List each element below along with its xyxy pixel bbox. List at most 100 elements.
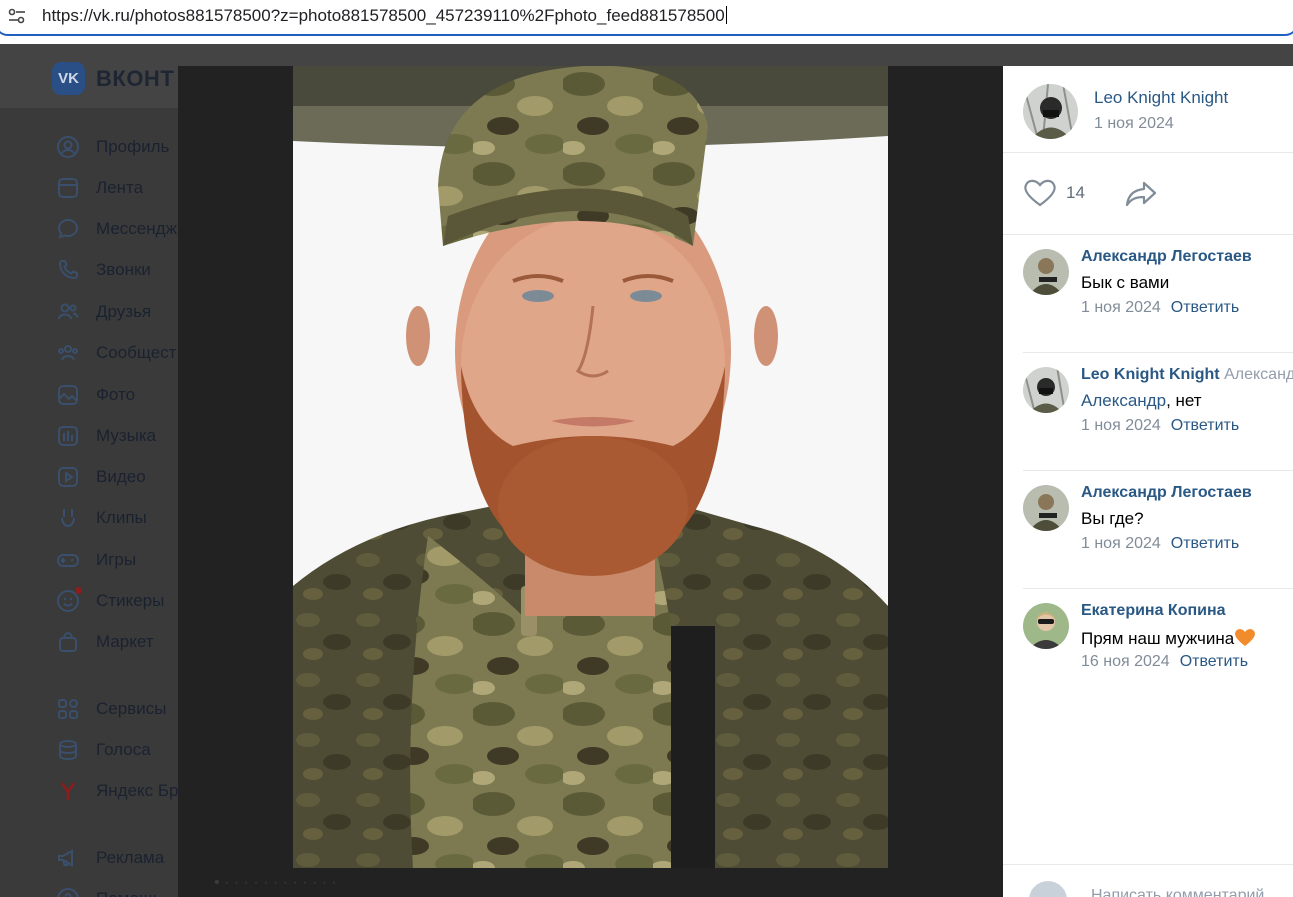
author-name[interactable]: Leo Knight Knight <box>1094 88 1228 108</box>
nav-label: Музыка <box>96 426 157 445</box>
comment-text-body: Прям наш мужчина <box>1081 629 1235 648</box>
reply-button[interactable]: Ответить <box>1171 535 1239 552</box>
nav-label: Голоса <box>96 740 151 759</box>
comment-date[interactable]: 1 ноя 2024 <box>1081 417 1161 434</box>
nav-item-music[interactable]: Музыка <box>56 424 156 448</box>
communities-icon <box>56 341 80 365</box>
nav-label: Видео <box>96 467 146 486</box>
comment-text: Александр, нет <box>1081 391 1202 411</box>
reply-button[interactable]: Ответить <box>1180 653 1248 670</box>
commenter-name-text[interactable]: Leo Knight Knight <box>1081 366 1220 383</box>
main-photo[interactable] <box>293 66 888 868</box>
url-text[interactable]: https://vk.ru/photos881578500?z=photo881… <box>42 6 727 26</box>
share-icon[interactable] <box>1123 178 1159 208</box>
nav-label: Яндекс Бр <box>96 781 179 800</box>
nav-label: Стикеры <box>96 591 165 610</box>
nav-label: Сообщест <box>96 343 177 362</box>
comment: Александр Легостаев Бык с вами 1 ноя 202… <box>1023 248 1293 318</box>
games-icon <box>56 548 80 572</box>
stickers-icon <box>56 587 82 613</box>
nav-label: Мессендж <box>96 219 177 238</box>
nav-label: Клипы <box>96 508 147 527</box>
photo-viewer: • · · · · · · · · · · · · <box>178 66 1003 897</box>
nav-item-yandex[interactable]: Яндекс Бр <box>56 779 179 803</box>
commenter-name[interactable]: Александр Легостаев <box>1081 248 1252 266</box>
comment-text: Вы где? <box>1081 509 1144 528</box>
comment-text-body: , нет <box>1166 391 1202 410</box>
market-icon <box>56 630 80 654</box>
nav-item-help[interactable]: Помощь <box>56 887 162 897</box>
comment-date[interactable]: 1 ноя 2024 <box>1081 299 1161 316</box>
phone-icon <box>56 258 80 282</box>
ads-icon <box>56 846 80 870</box>
comment-meta: 1 ноя 2024 Ответить <box>1081 417 1239 435</box>
nav-item-calls[interactable]: Звонки <box>56 258 151 282</box>
nav-item-friends[interactable]: Друзья <box>56 300 151 324</box>
author-avatar[interactable] <box>1023 84 1078 139</box>
nav-label: Звонки <box>96 260 151 279</box>
comment: Александр Легостаев Вы где? 1 ноя 2024 От… <box>1023 484 1293 554</box>
divider <box>1023 588 1293 589</box>
video-icon <box>56 465 80 489</box>
feed-icon <box>56 176 80 200</box>
comment-meta: 16 ноя 2024 Ответить <box>1081 653 1248 671</box>
browser-address-bar: https://vk.ru/photos881578500?z=photo881… <box>0 0 1293 44</box>
photo-bottom-bar: • · · · · · · · · · · · · <box>178 868 1003 897</box>
reply-to-name[interactable]: Александ <box>1224 366 1293 383</box>
vk-logo-icon[interactable]: VK <box>52 62 85 95</box>
commenter-name[interactable]: Александр Легостаев <box>1081 484 1252 502</box>
mention-link[interactable]: Александр <box>1081 391 1166 410</box>
friends-icon <box>56 300 80 324</box>
like-count: 14 <box>1066 183 1085 202</box>
my-avatar <box>1029 881 1067 897</box>
nav-label: Лента <box>96 178 144 197</box>
nav-label: Реклама <box>96 848 165 867</box>
profile-icon <box>56 135 80 159</box>
text-caret <box>725 6 727 24</box>
nav-item-video[interactable]: Видео <box>56 465 146 489</box>
commenter-avatar[interactable] <box>1023 603 1069 649</box>
nav-item-market[interactable]: Маркет <box>56 630 154 654</box>
vk-brand-name[interactable]: ВКОНТ <box>96 66 174 92</box>
commenter-avatar[interactable] <box>1023 485 1069 531</box>
nav-item-messenger[interactable]: Мессендж <box>56 217 177 241</box>
divider <box>1003 152 1293 153</box>
nav-item-photo[interactable]: Фото <box>56 383 135 407</box>
nav-item-profile[interactable]: Профиль <box>56 135 169 159</box>
nav-item-feed[interactable]: Лента <box>56 176 143 200</box>
reply-button[interactable]: Ответить <box>1171 417 1239 434</box>
man-in-camouflage-photo <box>293 66 888 868</box>
nav-item-ads[interactable]: Реклама <box>56 846 164 870</box>
comment-input-area: Написать комментарий <box>1003 864 1293 897</box>
commenter-avatar[interactable] <box>1023 367 1069 413</box>
nav-label: Фото <box>96 385 136 404</box>
help-icon <box>56 887 80 897</box>
comment-text: Прям наш мужчина <box>1081 627 1256 649</box>
site-settings-icon[interactable] <box>8 8 26 24</box>
clips-icon <box>56 506 80 530</box>
votes-icon <box>56 738 80 762</box>
nav-item-votes[interactable]: Голоса <box>56 738 151 762</box>
nav-item-services[interactable]: Сервисы <box>56 697 166 721</box>
commenter-name[interactable]: Екатерина Копина <box>1081 602 1226 620</box>
comment-input[interactable]: Написать комментарий <box>1091 887 1264 897</box>
photo-date[interactable]: 1 ноя 2024 <box>1094 115 1174 133</box>
comment-date[interactable]: 16 ноя 2024 <box>1081 653 1170 670</box>
commenter-name[interactable]: Leo Knight Knight Александ <box>1081 366 1293 384</box>
heart-icon[interactable] <box>1023 178 1057 208</box>
nav-label: Сервисы <box>96 699 167 718</box>
nav-label: Игры <box>96 550 137 569</box>
photo-info-panel: Leo Knight Knight 1 ноя 2024 14 Александ… <box>1003 66 1293 897</box>
comment-text: Бык с вами <box>1081 273 1170 292</box>
reply-button[interactable]: Ответить <box>1171 299 1239 316</box>
comment-meta: 1 ноя 2024 Ответить <box>1081 535 1239 553</box>
nav-item-games[interactable]: Игры <box>56 548 136 572</box>
nav-label: Друзья <box>96 302 152 321</box>
nav-item-stickers[interactable]: Стикеры <box>56 587 165 613</box>
comment: Екатерина Копина Прям наш мужчина 16 ноя… <box>1023 602 1293 672</box>
nav-item-clips[interactable]: Клипы <box>56 506 147 530</box>
commenter-avatar[interactable] <box>1023 249 1069 295</box>
divider <box>1023 470 1293 471</box>
nav-item-communities[interactable]: Сообщест <box>56 341 176 365</box>
comment-date[interactable]: 1 ноя 2024 <box>1081 535 1161 552</box>
